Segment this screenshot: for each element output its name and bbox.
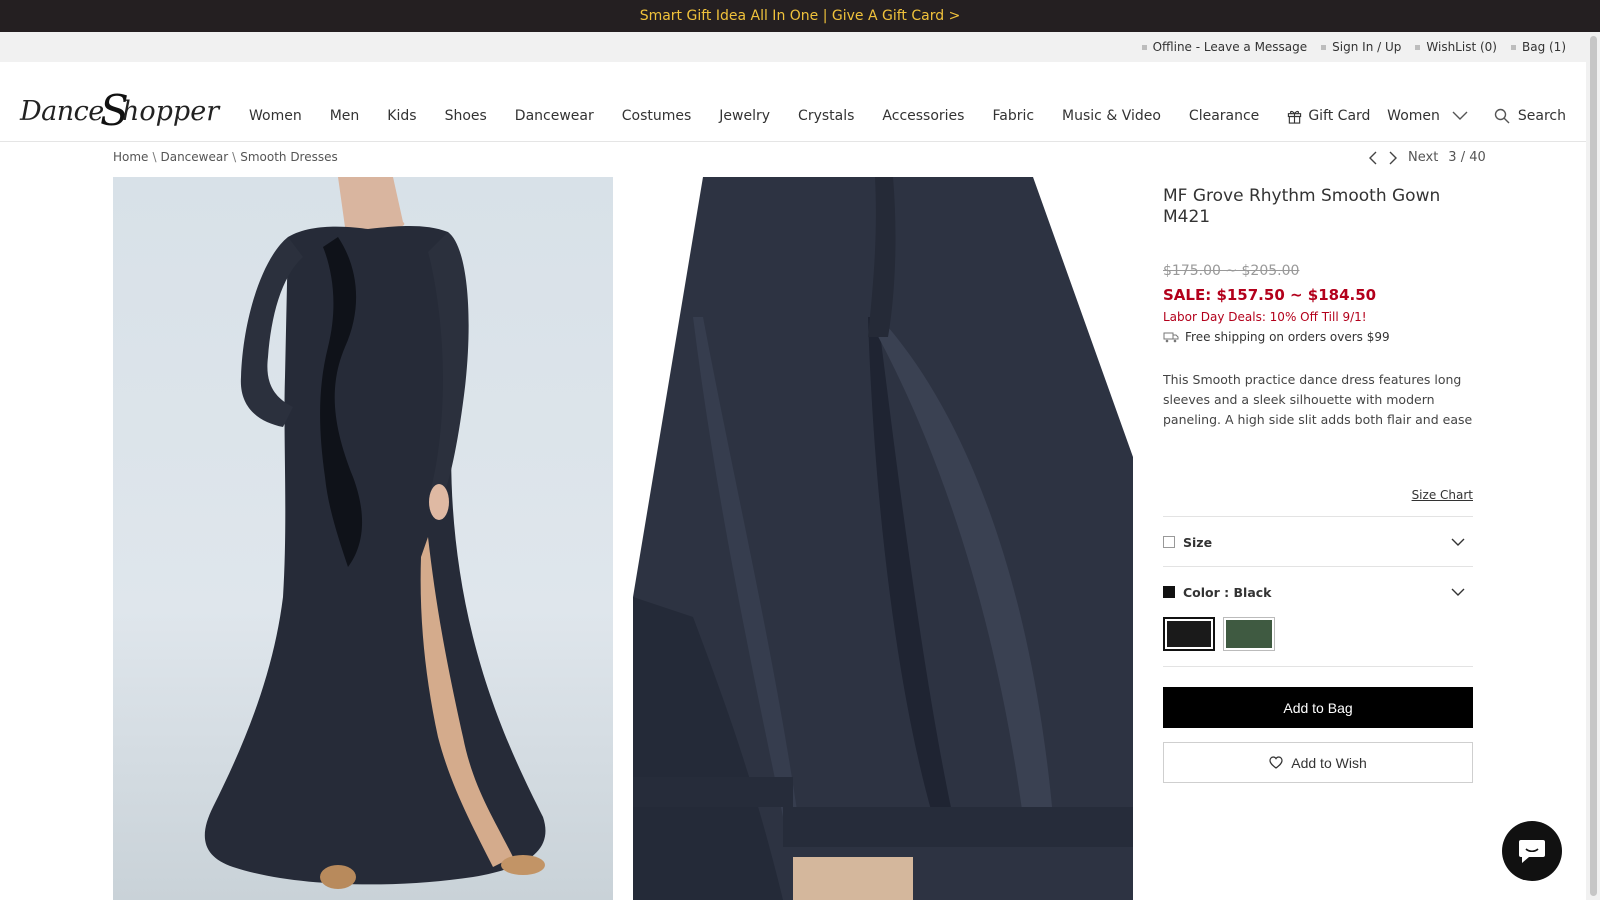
search-button[interactable]: Search <box>1494 108 1566 124</box>
nav-item-gift-card[interactable]: Gift Card <box>1287 108 1370 124</box>
swatch-black[interactable] <box>1163 617 1215 651</box>
utility-links: Offline - Leave a Message Sign In / Up W… <box>1141 32 1566 62</box>
nav-item-jewelry[interactable]: Jewelry <box>719 108 770 124</box>
heart-icon <box>1269 756 1283 769</box>
bullet-icon <box>1415 44 1421 50</box>
nav-item-shoes[interactable]: Shoes <box>445 108 487 124</box>
chevron-down-icon[interactable] <box>1451 588 1465 597</box>
size-selector[interactable]: Size <box>1163 516 1473 567</box>
bullet-icon <box>1141 44 1147 50</box>
scrollbar-thumb[interactable] <box>1590 36 1597 896</box>
bullet-icon <box>1510 44 1516 50</box>
logo-text-dance: Dance <box>20 96 104 127</box>
color-swatches <box>1163 617 1473 665</box>
skirt-detail-illustration <box>633 177 1133 900</box>
nav-item-dancewear[interactable]: Dancewear <box>515 108 594 124</box>
sign-in-link[interactable]: Sign In / Up <box>1321 40 1401 54</box>
divider <box>1163 666 1473 667</box>
breadcrumb-dancewear[interactable]: Dancewear <box>160 150 228 164</box>
swatch-green-fill <box>1226 620 1272 648</box>
truck-icon <box>1163 332 1179 343</box>
add-to-bag-button[interactable]: Add to Bag <box>1163 687 1473 728</box>
next-label[interactable]: Next <box>1408 150 1438 165</box>
color-label: Color : Black <box>1183 584 1272 600</box>
chevron-left-icon[interactable] <box>1368 151 1378 165</box>
chevron-down-icon[interactable] <box>1451 538 1465 547</box>
size-checkbox-icon <box>1163 536 1175 548</box>
promo-text[interactable]: Smart Gift Idea All In One | Give A Gift… <box>640 8 961 24</box>
nav-item-accessories[interactable]: Accessories <box>882 108 964 124</box>
breadcrumb: Home \ Dancewear \ Smooth Dresses <box>113 150 338 164</box>
site-header: Dance S hopper Women Men Kids Shoes Danc… <box>0 62 1586 142</box>
add-to-wish-label: Add to Wish <box>1291 754 1367 771</box>
main-nav: Women Men Kids Shoes Dancewear Costumes … <box>249 108 1370 124</box>
breadcrumb-home[interactable]: Home <box>113 150 148 164</box>
pager-position: 3 / 40 <box>1448 150 1486 165</box>
nav-item-men[interactable]: Men <box>330 108 360 124</box>
chat-button[interactable] <box>1502 821 1562 881</box>
bag-link[interactable]: Bag (1) <box>1510 40 1566 54</box>
size-label: Size <box>1183 534 1213 550</box>
category-select[interactable]: Women <box>1387 108 1468 124</box>
breadcrumb-separator: \ <box>152 150 157 164</box>
logo-text-hopper: hopper <box>122 96 220 127</box>
product-image-detail[interactable] <box>633 177 1133 900</box>
shipping-text: Free shipping on orders overs $99 <box>1185 330 1390 344</box>
nav-item-women[interactable]: Women <box>249 108 302 124</box>
sale-price: SALE: $157.50 ~ $184.50 <box>1163 286 1377 304</box>
color-selector[interactable]: Color : Black <box>1163 566 1473 665</box>
chevron-down-icon <box>1452 111 1468 120</box>
nav-item-music-video[interactable]: Music & Video <box>1062 108 1161 124</box>
breadcrumb-smooth-dresses[interactable]: Smooth Dresses <box>240 150 338 164</box>
gift-card-label: Gift Card <box>1308 108 1371 124</box>
deal-text: Labor Day Deals: 10% Off Till 9/1! <box>1163 310 1367 324</box>
add-to-wish-button[interactable]: Add to Wish <box>1163 742 1473 783</box>
swatch-black-fill <box>1167 621 1211 647</box>
product-image-main[interactable] <box>113 177 613 900</box>
promo-banner[interactable]: Smart Gift Idea All In One | Give A Gift… <box>0 0 1600 32</box>
search-icon <box>1494 108 1510 124</box>
nav-item-clearance[interactable]: Clearance <box>1189 108 1259 124</box>
size-label-group: Size <box>1163 535 1212 550</box>
search-label: Search <box>1517 108 1566 124</box>
chevron-right-icon[interactable] <box>1388 151 1398 165</box>
category-select-value: Women <box>1387 108 1440 124</box>
swatch-green[interactable] <box>1223 617 1275 651</box>
color-label-group: Color : Black <box>1163 585 1271 600</box>
header-right: Women Search <box>1387 108 1566 124</box>
size-chart-link[interactable]: Size Chart <box>1412 488 1473 502</box>
nav-item-costumes[interactable]: Costumes <box>622 108 692 124</box>
utility-bar: Offline - Leave a Message Sign In / Up W… <box>0 32 1586 62</box>
page-scrollbar[interactable] <box>1586 32 1600 900</box>
product-panel: MF Grove Rhythm Smooth Gown M421 $175.00… <box>1163 186 1473 783</box>
chat-icon <box>1519 840 1545 863</box>
shipping-info: Free shipping on orders overs $99 <box>1163 330 1473 344</box>
product-pager: Next 3 / 40 <box>1368 150 1486 165</box>
nav-item-crystals[interactable]: Crystals <box>798 108 854 124</box>
color-checkbox-icon <box>1163 586 1175 598</box>
product-description: This Smooth practice dance dress feature… <box>1163 372 1473 427</box>
nav-item-kids[interactable]: Kids <box>387 108 416 124</box>
offline-message-link[interactable]: Offline - Leave a Message <box>1141 40 1307 54</box>
dress-model-illustration <box>204 177 546 889</box>
wishlist-link[interactable]: WishList (0) <box>1415 40 1497 54</box>
product-title: MF Grove Rhythm Smooth Gown M421 <box>1163 186 1441 227</box>
bullet-icon <box>1321 44 1327 50</box>
site-logo[interactable]: Dance S hopper <box>20 86 219 136</box>
breadcrumb-separator: \ <box>232 150 237 164</box>
nav-item-fabric[interactable]: Fabric <box>992 108 1034 124</box>
gift-icon <box>1288 110 1302 124</box>
original-price: $175.00 ~ $205.00 <box>1163 263 1300 279</box>
